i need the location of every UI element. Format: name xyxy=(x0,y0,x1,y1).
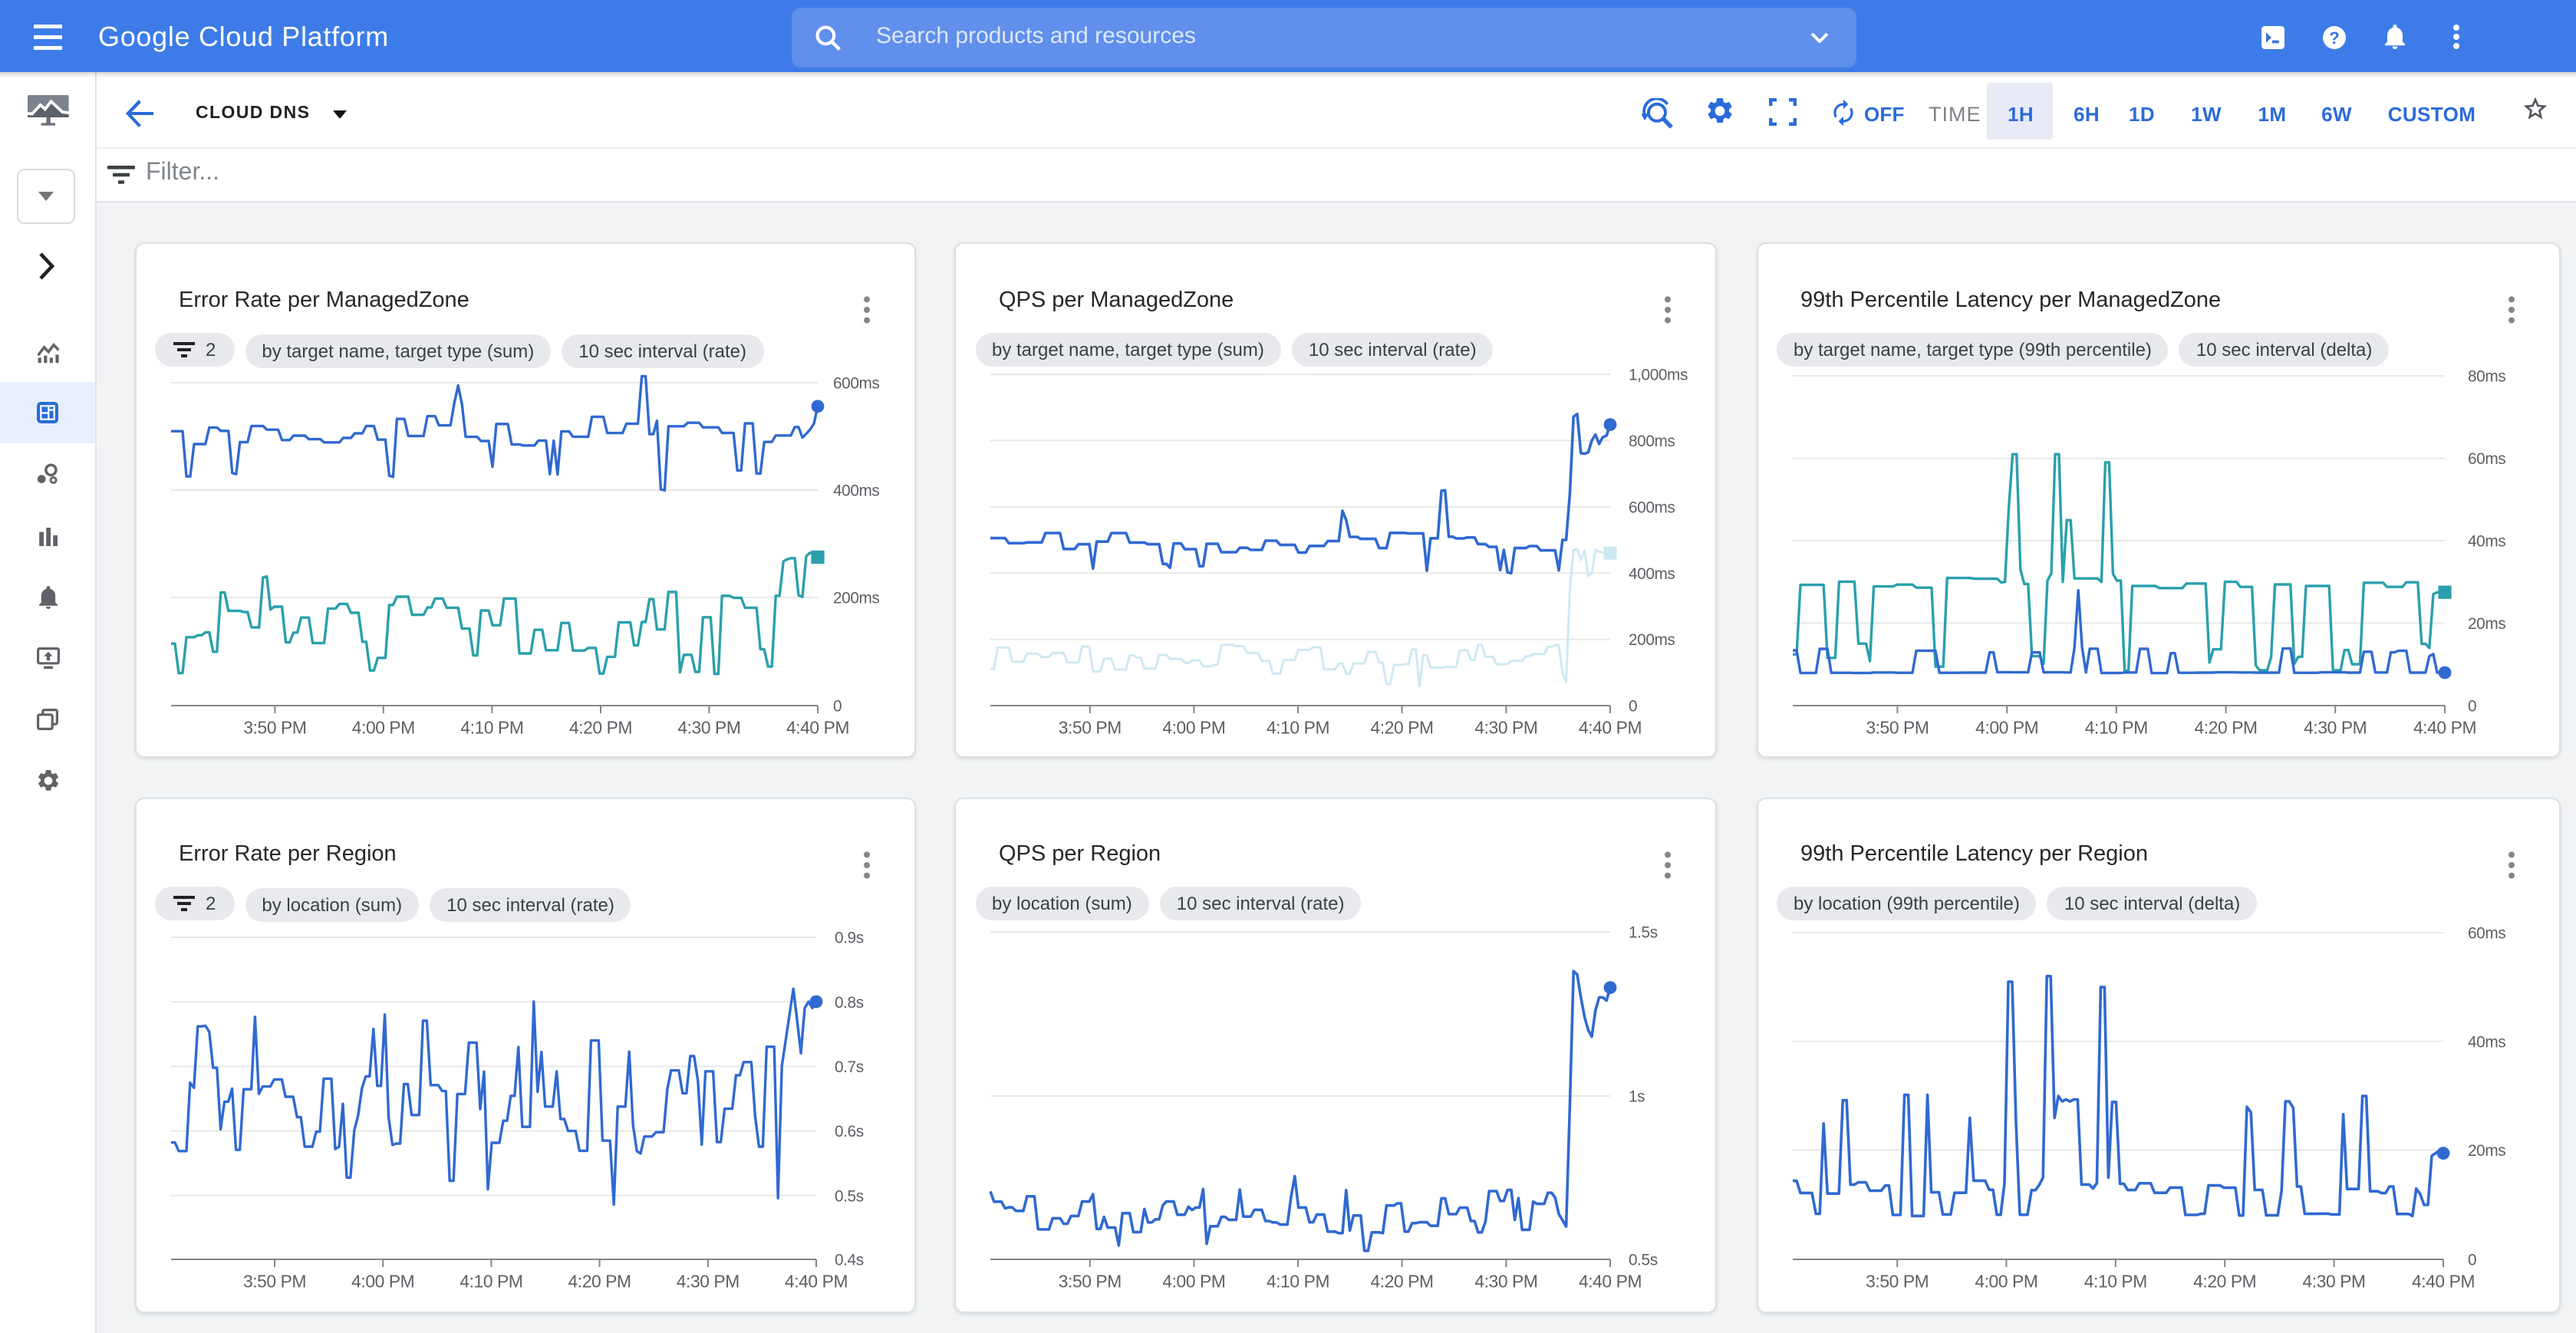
svg-text:40ms: 40ms xyxy=(2467,533,2505,551)
svg-text:4:30 PM: 4:30 PM xyxy=(2303,718,2366,738)
svg-text:4:00 PM: 4:00 PM xyxy=(351,1271,413,1291)
svg-text:4:40 PM: 4:40 PM xyxy=(786,718,848,738)
svg-text:4:30 PM: 4:30 PM xyxy=(1474,718,1537,738)
svg-text:0.6s: 0.6s xyxy=(834,1122,863,1140)
svg-text:4:40 PM: 4:40 PM xyxy=(784,1271,847,1291)
svg-text:400ms: 400ms xyxy=(832,482,878,500)
svg-text:4:20 PM: 4:20 PM xyxy=(2194,718,2257,738)
svg-text:0: 0 xyxy=(2467,1251,2476,1269)
svg-text:600ms: 600ms xyxy=(1629,499,1675,516)
svg-text:?: ? xyxy=(2329,28,2339,47)
svg-text:3:50 PM: 3:50 PM xyxy=(1059,1271,1122,1291)
svg-text:0.8s: 0.8s xyxy=(834,993,863,1011)
svg-text:1.5s: 1.5s xyxy=(1629,923,1658,941)
svg-text:400ms: 400ms xyxy=(1629,565,1675,583)
svg-text:4:10 PM: 4:10 PM xyxy=(1267,1271,1329,1291)
svg-text:4:00 PM: 4:00 PM xyxy=(1162,1271,1225,1291)
svg-text:3:50 PM: 3:50 PM xyxy=(1865,718,1928,738)
svg-text:4:20 PM: 4:20 PM xyxy=(1371,1271,1434,1291)
svg-text:200ms: 200ms xyxy=(1629,631,1675,649)
svg-text:600ms: 600ms xyxy=(832,375,878,393)
svg-text:4:10 PM: 4:10 PM xyxy=(460,718,522,738)
svg-text:3:50 PM: 3:50 PM xyxy=(242,1271,305,1291)
svg-text:0.7s: 0.7s xyxy=(834,1058,863,1075)
svg-text:1,000ms: 1,000ms xyxy=(1629,367,1688,384)
svg-text:0: 0 xyxy=(832,698,841,716)
svg-text:4:10 PM: 4:10 PM xyxy=(459,1271,522,1291)
svg-text:4:20 PM: 4:20 PM xyxy=(568,1271,631,1291)
svg-text:4:40 PM: 4:40 PM xyxy=(2413,718,2476,738)
svg-text:4:20 PM: 4:20 PM xyxy=(1371,718,1434,738)
svg-text:0: 0 xyxy=(2467,698,2476,716)
svg-text:4:00 PM: 4:00 PM xyxy=(1974,1271,2037,1291)
svg-text:3:50 PM: 3:50 PM xyxy=(1865,1271,1928,1291)
svg-text:4:10 PM: 4:10 PM xyxy=(2084,1271,2146,1291)
svg-text:800ms: 800ms xyxy=(1629,433,1675,450)
svg-text:0.4s: 0.4s xyxy=(834,1251,863,1269)
svg-text:80ms: 80ms xyxy=(2467,368,2505,386)
svg-text:4:40 PM: 4:40 PM xyxy=(1579,1271,1642,1291)
svg-text:4:30 PM: 4:30 PM xyxy=(676,1271,739,1291)
svg-text:4:00 PM: 4:00 PM xyxy=(1162,718,1225,738)
svg-text:4:10 PM: 4:10 PM xyxy=(2084,718,2147,738)
svg-text:200ms: 200ms xyxy=(832,590,878,607)
svg-text:0: 0 xyxy=(1629,698,1637,716)
svg-text:4:40 PM: 4:40 PM xyxy=(1579,718,1642,738)
svg-text:20ms: 20ms xyxy=(2467,1141,2505,1159)
svg-text:4:00 PM: 4:00 PM xyxy=(1975,718,2037,738)
svg-text:4:20 PM: 4:20 PM xyxy=(2192,1271,2255,1291)
svg-text:3:50 PM: 3:50 PM xyxy=(242,718,305,738)
svg-text:3:50 PM: 3:50 PM xyxy=(1059,718,1122,738)
svg-text:4:00 PM: 4:00 PM xyxy=(351,718,414,738)
svg-text:4:30 PM: 4:30 PM xyxy=(677,718,740,738)
svg-text:4:30 PM: 4:30 PM xyxy=(1474,1271,1537,1291)
svg-text:60ms: 60ms xyxy=(2467,450,2505,468)
svg-text:40ms: 40ms xyxy=(2467,1032,2505,1050)
svg-text:0.5s: 0.5s xyxy=(834,1187,863,1204)
svg-text:0.5s: 0.5s xyxy=(1629,1251,1658,1269)
svg-text:4:10 PM: 4:10 PM xyxy=(1267,718,1329,738)
svg-text:60ms: 60ms xyxy=(2467,924,2505,942)
svg-text:4:20 PM: 4:20 PM xyxy=(568,718,631,738)
svg-text:20ms: 20ms xyxy=(2467,615,2505,633)
svg-text:0.9s: 0.9s xyxy=(834,929,863,946)
svg-text:1s: 1s xyxy=(1629,1088,1645,1105)
svg-text:4:40 PM: 4:40 PM xyxy=(2411,1271,2474,1291)
svg-text:4:30 PM: 4:30 PM xyxy=(2302,1271,2365,1291)
